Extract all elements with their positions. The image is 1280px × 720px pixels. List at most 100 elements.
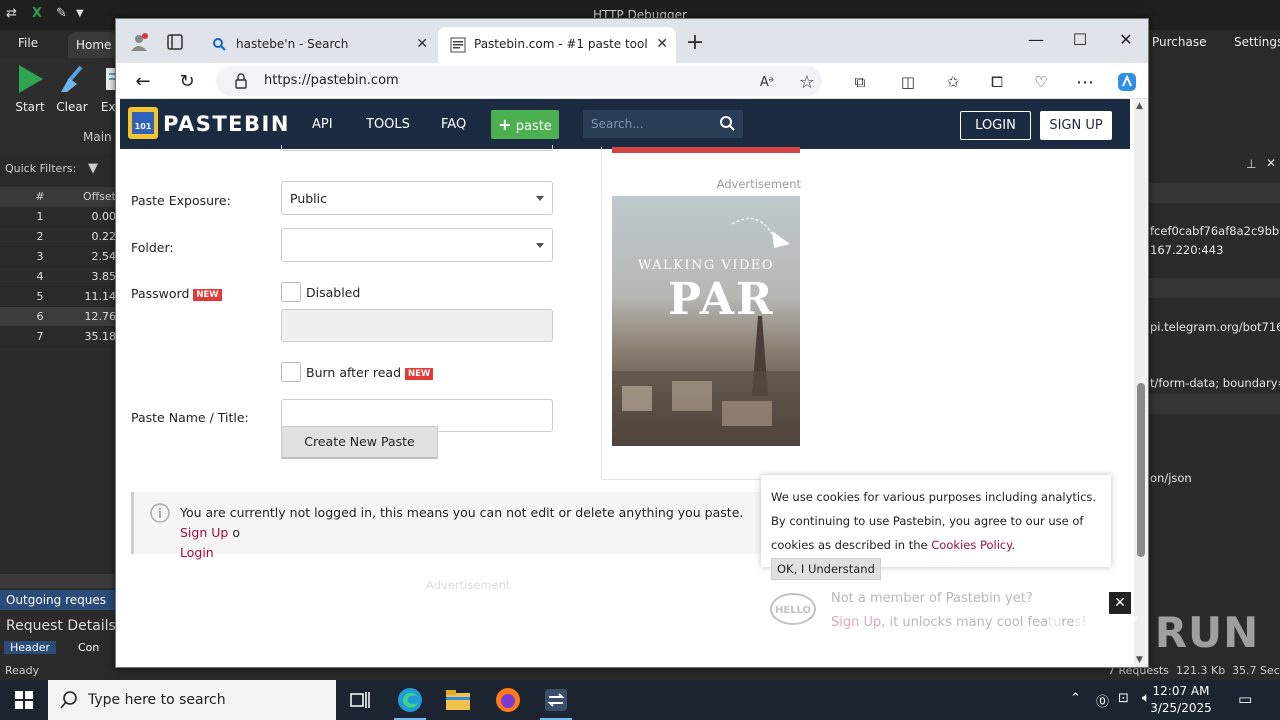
password-field[interactable] bbox=[281, 309, 553, 342]
profile-icon[interactable] bbox=[128, 31, 150, 53]
clock[interactable]: 12:07 AM 3/25/2025 bbox=[1140, 683, 1222, 717]
tab-strip: hastebe'n - Search ✕ Pastebin.com - #1 p… bbox=[116, 19, 1148, 63]
member-signup-link[interactable]: Sign Up bbox=[831, 615, 881, 630]
svg-text:101: 101 bbox=[135, 122, 152, 131]
edge-taskbar-icon[interactable] bbox=[386, 680, 434, 720]
pastebin-brand[interactable]: PASTEBIN bbox=[163, 112, 290, 136]
close-icon[interactable]: ✕ bbox=[1266, 156, 1276, 170]
task-view-icon[interactable] bbox=[336, 680, 384, 720]
broom-icon bbox=[57, 64, 87, 94]
table-row[interactable]: 7 35.18 bbox=[0, 327, 120, 347]
password-label: Password NEW bbox=[131, 286, 222, 301]
favorites-icon[interactable]: ✩ bbox=[942, 71, 964, 93]
login-link[interactable]: Login bbox=[180, 545, 214, 560]
ad-headline-large: PAR bbox=[668, 274, 775, 325]
search-icon[interactable] bbox=[719, 115, 735, 134]
nav-tools[interactable]: TOOLS bbox=[366, 117, 410, 132]
maximize-icon[interactable]: ☐ bbox=[1060, 25, 1100, 55]
ribbon: Start Clear Exp Main bbox=[0, 58, 123, 153]
table-row[interactable]: 1 0.00 bbox=[0, 207, 120, 227]
start-button[interactable]: Start bbox=[10, 64, 50, 114]
pastebin-favicon bbox=[450, 37, 466, 53]
favorite-star-icon[interactable]: ☆ bbox=[796, 71, 818, 93]
cookies-policy-link[interactable]: Cookies Policy bbox=[931, 538, 1011, 552]
request-details-title: Request Details bbox=[6, 618, 116, 634]
minimize-icon[interactable]: — bbox=[1016, 25, 1056, 55]
close-tab-icon[interactable]: ✕ bbox=[416, 36, 428, 52]
exposure-label: Paste Exposure: bbox=[131, 193, 231, 208]
header-subtab[interactable]: Header bbox=[4, 641, 57, 654]
pastebin-logo[interactable]: 101 bbox=[126, 103, 160, 141]
cookie-accept-button[interactable]: OK, I Understand bbox=[771, 558, 881, 580]
extensions-icon[interactable]: ⧉ bbox=[849, 71, 871, 93]
pin-icon[interactable]: ⊥ bbox=[1246, 157, 1256, 171]
tray-chevron-icon[interactable]: ⌃ bbox=[1070, 691, 1081, 706]
tab-pastebin[interactable]: Pastebin.com - #1 paste tool sinc ✕ bbox=[438, 27, 676, 63]
ad-headline: WALKING VIDEO bbox=[637, 258, 775, 273]
page-content: 101 PASTEBIN API TOOLS FAQ + paste Searc… bbox=[116, 99, 1148, 667]
info-icon bbox=[150, 503, 170, 526]
details-pane: Purchase Settings ⊥ ✕ fcef0cabf76af8a2c9… bbox=[1148, 0, 1280, 662]
scroll-up-icon[interactable]: ▲ bbox=[1136, 101, 1143, 111]
table-row[interactable]: 5 11.14 bbox=[0, 287, 120, 307]
table-row[interactable]: 3 2.54 bbox=[0, 247, 120, 267]
firefox-icon[interactable] bbox=[484, 680, 532, 720]
read-aloud-icon[interactable]: Aᵊ bbox=[756, 71, 778, 93]
previous-field[interactable] bbox=[281, 145, 553, 151]
cookie-banner: We use cookies for various purposes incl… bbox=[761, 475, 1111, 580]
taskbar-search[interactable]: Type here to search bbox=[48, 680, 336, 720]
filter-icon[interactable]: ▼ bbox=[88, 161, 98, 176]
signup-button[interactable]: SIGN UP bbox=[1040, 111, 1112, 140]
page-scrollbar[interactable]: ▲ ▼ bbox=[1134, 99, 1148, 667]
copilot-icon[interactable] bbox=[1116, 71, 1138, 93]
details-subtabs: Header Con bbox=[0, 641, 120, 657]
settings-link[interactable]: Settings bbox=[1234, 35, 1280, 49]
scroll-thumb[interactable] bbox=[1137, 383, 1145, 557]
close-window-icon[interactable]: ✕ bbox=[1106, 25, 1146, 55]
paris-ad-image[interactable]: WALKING VIDEO PAR bbox=[612, 196, 800, 446]
tab-actions-icon[interactable] bbox=[164, 31, 186, 53]
url-field[interactable]: https://pastebin.com bbox=[216, 66, 822, 96]
http-debugger-taskbar-icon[interactable] bbox=[532, 680, 580, 720]
new-paste-button[interactable]: + paste bbox=[491, 110, 559, 139]
tab-search[interactable]: hastebe'n - Search ✕ bbox=[200, 27, 436, 63]
split-screen-icon[interactable]: ◫ bbox=[897, 71, 919, 93]
anyrun-watermark: ANY RUN bbox=[1038, 608, 1260, 657]
table-row[interactable]: 2 0.22 bbox=[0, 227, 120, 247]
home-tab[interactable]: Home bbox=[68, 32, 120, 58]
folder-select[interactable] bbox=[281, 228, 553, 262]
password-checkbox[interactable] bbox=[281, 282, 301, 302]
notification-icon[interactable]: ▭ bbox=[1238, 690, 1252, 708]
content-subtab[interactable]: Con bbox=[78, 641, 99, 654]
ribbon-group-label: Main bbox=[83, 130, 112, 144]
create-paste-button[interactable]: Create New Paste bbox=[281, 426, 438, 459]
performance-icon[interactable]: ♡ bbox=[1030, 71, 1052, 93]
clear-button[interactable]: Clear bbox=[52, 64, 92, 114]
burn-after-read-checkbox[interactable] bbox=[281, 362, 301, 382]
more-menu-icon[interactable]: ⋯ bbox=[1074, 71, 1096, 93]
signup-link[interactable]: Sign Up bbox=[180, 525, 228, 540]
hello-icon: HELLO bbox=[769, 591, 819, 634]
close-tab-icon[interactable]: ✕ bbox=[656, 36, 668, 52]
ad-banner-edge[interactable] bbox=[612, 147, 800, 153]
exposure-select[interactable]: Public bbox=[281, 181, 553, 215]
purchase-link[interactable]: Purchase bbox=[1152, 35, 1207, 49]
table-row[interactable]: 4 3.85 bbox=[0, 267, 120, 287]
refresh-icon[interactable]: ↻ bbox=[175, 69, 199, 93]
tray-app-icon[interactable]: ⓪ bbox=[1096, 691, 1109, 710]
back-icon[interactable]: ← bbox=[131, 69, 155, 93]
search-input[interactable]: Search... bbox=[583, 110, 743, 138]
file-explorer-icon[interactable] bbox=[434, 680, 482, 720]
table-row-selected[interactable]: 6 12.76 bbox=[0, 307, 120, 327]
nav-faq[interactable]: FAQ bbox=[441, 117, 466, 132]
ad-label: Advertisement bbox=[716, 177, 801, 191]
horizontal-scrollbar[interactable] bbox=[0, 574, 120, 588]
nav-api[interactable]: API bbox=[312, 117, 333, 132]
collections-icon[interactable]: ⧠ bbox=[986, 71, 1008, 93]
new-tab-icon[interactable]: + bbox=[684, 30, 706, 55]
chevron-down-icon bbox=[536, 243, 544, 248]
outgoing-requests-tab[interactable]: Outgoing reques bbox=[0, 590, 120, 610]
login-button[interactable]: LOGIN bbox=[960, 111, 1031, 140]
network-icon[interactable]: ⊡ bbox=[1118, 691, 1129, 706]
windows-start-icon[interactable] bbox=[0, 680, 48, 720]
